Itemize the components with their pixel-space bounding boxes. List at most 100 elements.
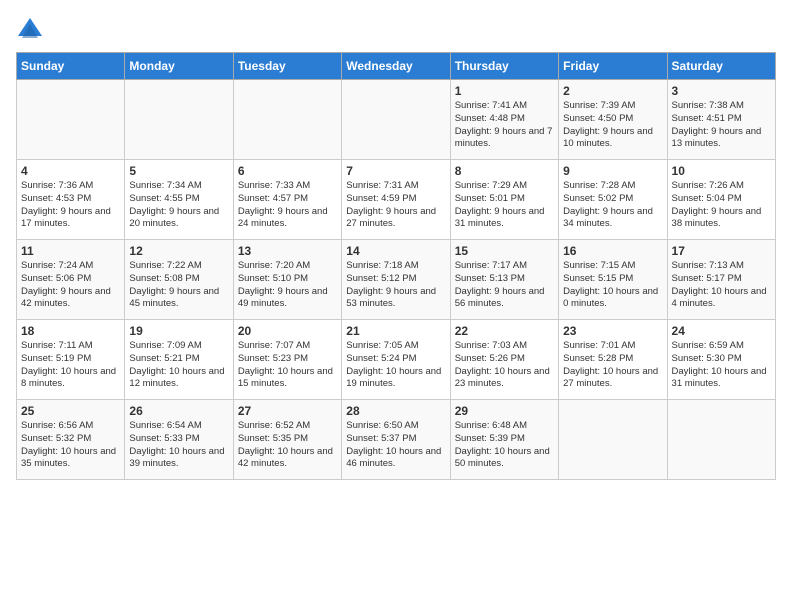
day-number: 23	[563, 324, 662, 338]
calendar-cell: 10 Sunrise: 7:26 AM Sunset: 5:04 PM Dayli…	[667, 160, 775, 240]
day-number: 5	[129, 164, 228, 178]
day-number: 29	[455, 404, 554, 418]
calendar-cell: 23 Sunrise: 7:01 AM Sunset: 5:28 PM Dayli…	[559, 320, 667, 400]
day-number: 20	[238, 324, 337, 338]
calendar-cell: 6Sunrise: 7:33 AM Sunset: 4:57 PM Daylig…	[233, 160, 341, 240]
day-number: 17	[672, 244, 771, 258]
col-header-sunday: Sunday	[17, 53, 125, 80]
cell-content: Sunrise: 7:18 AM Sunset: 5:12 PM Dayligh…	[346, 260, 445, 311]
calendar-cell: 13Sunrise: 7:20 AM Sunset: 5:10 PM Dayli…	[233, 240, 341, 320]
day-number: 1	[455, 84, 554, 98]
calendar-cell	[233, 80, 341, 160]
day-number: 10	[672, 164, 771, 178]
logo	[16, 16, 48, 44]
cell-content: Sunrise: 6:59 AM Sunset: 5:30 PM Dayligh…	[672, 340, 771, 391]
calendar-cell: 9 Sunrise: 7:28 AM Sunset: 5:02 PM Daylig…	[559, 160, 667, 240]
cell-content: Sunrise: 7:15 AM Sunset: 5:15 PM Dayligh…	[563, 260, 662, 311]
calendar-body: 1 Sunrise: 7:41 AM Sunset: 4:48 PM Daylig…	[17, 80, 776, 480]
calendar-cell: 4 Sunrise: 7:36 AM Sunset: 4:53 PM Daylig…	[17, 160, 125, 240]
cell-content: Sunrise: 7:39 AM Sunset: 4:50 PM Dayligh…	[563, 100, 662, 151]
cell-content: Sunrise: 7:13 AM Sunset: 5:17 PM Dayligh…	[672, 260, 771, 311]
col-header-wednesday: Wednesday	[342, 53, 450, 80]
calendar-cell: 5 Sunrise: 7:34 AM Sunset: 4:55 PM Daylig…	[125, 160, 233, 240]
day-number: 12	[129, 244, 228, 258]
calendar-cell: 8 Sunrise: 7:29 AM Sunset: 5:01 PM Daylig…	[450, 160, 558, 240]
col-header-saturday: Saturday	[667, 53, 775, 80]
day-number: 28	[346, 404, 445, 418]
day-number: 13	[238, 244, 337, 258]
day-number: 27	[238, 404, 337, 418]
calendar-cell: 2 Sunrise: 7:39 AM Sunset: 4:50 PM Daylig…	[559, 80, 667, 160]
cell-content: Sunrise: 7:36 AM Sunset: 4:53 PM Dayligh…	[21, 180, 120, 231]
calendar-cell: 29 Sunrise: 6:48 AM Sunset: 5:39 PM Dayli…	[450, 400, 558, 480]
calendar-cell: 16 Sunrise: 7:15 AM Sunset: 5:15 PM Dayli…	[559, 240, 667, 320]
calendar-cell: 17 Sunrise: 7:13 AM Sunset: 5:17 PM Dayli…	[667, 240, 775, 320]
cell-content: Sunrise: 7:38 AM Sunset: 4:51 PM Dayligh…	[672, 100, 771, 151]
cell-content: Sunrise: 7:03 AM Sunset: 5:26 PM Dayligh…	[455, 340, 554, 391]
calendar-cell: 19 Sunrise: 7:09 AM Sunset: 5:21 PM Dayli…	[125, 320, 233, 400]
day-number: 16	[563, 244, 662, 258]
cell-content: Sunrise: 6:56 AM Sunset: 5:32 PM Dayligh…	[21, 420, 120, 471]
col-header-monday: Monday	[125, 53, 233, 80]
day-number: 21	[346, 324, 445, 338]
calendar-cell: 28 Sunrise: 6:50 AM Sunset: 5:37 PM Dayli…	[342, 400, 450, 480]
day-number: 18	[21, 324, 120, 338]
calendar-cell	[125, 80, 233, 160]
day-number: 8	[455, 164, 554, 178]
calendar-cell	[559, 400, 667, 480]
day-number: 11	[21, 244, 120, 258]
calendar-cell: 27 Sunrise: 6:52 AM Sunset: 5:35 PM Dayli…	[233, 400, 341, 480]
cell-content: Sunrise: 7:26 AM Sunset: 5:04 PM Dayligh…	[672, 180, 771, 231]
week-row-5: 25Sunrise: 6:56 AM Sunset: 5:32 PM Dayli…	[17, 400, 776, 480]
calendar-cell	[342, 80, 450, 160]
calendar-header: SundayMondayTuesdayWednesdayThursdayFrid…	[17, 53, 776, 80]
calendar-cell: 26 Sunrise: 6:54 AM Sunset: 5:33 PM Dayli…	[125, 400, 233, 480]
cell-content: Sunrise: 7:01 AM Sunset: 5:28 PM Dayligh…	[563, 340, 662, 391]
cell-content: Sunrise: 7:41 AM Sunset: 4:48 PM Dayligh…	[455, 100, 554, 151]
day-number: 26	[129, 404, 228, 418]
calendar-cell: 20 Sunrise: 7:07 AM Sunset: 5:23 PM Dayli…	[233, 320, 341, 400]
day-number: 3	[672, 84, 771, 98]
calendar-cell: 3 Sunrise: 7:38 AM Sunset: 4:51 PM Daylig…	[667, 80, 775, 160]
day-number: 19	[129, 324, 228, 338]
calendar-cell: 1 Sunrise: 7:41 AM Sunset: 4:48 PM Daylig…	[450, 80, 558, 160]
cell-content: Sunrise: 7:22 AM Sunset: 5:08 PM Dayligh…	[129, 260, 228, 311]
calendar-cell: 25Sunrise: 6:56 AM Sunset: 5:32 PM Dayli…	[17, 400, 125, 480]
cell-content: Sunrise: 7:33 AM Sunset: 4:57 PM Dayligh…	[238, 180, 337, 231]
calendar-cell: 11 Sunrise: 7:24 AM Sunset: 5:06 PM Dayli…	[17, 240, 125, 320]
calendar-cell: 18 Sunrise: 7:11 AM Sunset: 5:19 PM Dayli…	[17, 320, 125, 400]
header	[16, 16, 776, 44]
cell-content: Sunrise: 6:48 AM Sunset: 5:39 PM Dayligh…	[455, 420, 554, 471]
cell-content: Sunrise: 7:09 AM Sunset: 5:21 PM Dayligh…	[129, 340, 228, 391]
col-header-friday: Friday	[559, 53, 667, 80]
day-number: 4	[21, 164, 120, 178]
calendar-cell: 22 Sunrise: 7:03 AM Sunset: 5:26 PM Dayli…	[450, 320, 558, 400]
cell-content: Sunrise: 7:29 AM Sunset: 5:01 PM Dayligh…	[455, 180, 554, 231]
calendar-cell: 21Sunrise: 7:05 AM Sunset: 5:24 PM Dayli…	[342, 320, 450, 400]
calendar-cell: 7Sunrise: 7:31 AM Sunset: 4:59 PM Daylig…	[342, 160, 450, 240]
cell-content: Sunrise: 6:52 AM Sunset: 5:35 PM Dayligh…	[238, 420, 337, 471]
calendar-table: SundayMondayTuesdayWednesdayThursdayFrid…	[16, 52, 776, 480]
week-row-4: 18 Sunrise: 7:11 AM Sunset: 5:19 PM Dayli…	[17, 320, 776, 400]
week-row-1: 1 Sunrise: 7:41 AM Sunset: 4:48 PM Daylig…	[17, 80, 776, 160]
day-number: 9	[563, 164, 662, 178]
day-number: 15	[455, 244, 554, 258]
cell-content: Sunrise: 7:31 AM Sunset: 4:59 PM Dayligh…	[346, 180, 445, 231]
cell-content: Sunrise: 7:28 AM Sunset: 5:02 PM Dayligh…	[563, 180, 662, 231]
cell-content: Sunrise: 7:07 AM Sunset: 5:23 PM Dayligh…	[238, 340, 337, 391]
calendar-cell	[17, 80, 125, 160]
header-row: SundayMondayTuesdayWednesdayThursdayFrid…	[17, 53, 776, 80]
week-row-3: 11 Sunrise: 7:24 AM Sunset: 5:06 PM Dayli…	[17, 240, 776, 320]
day-number: 14	[346, 244, 445, 258]
calendar-cell: 15Sunrise: 7:17 AM Sunset: 5:13 PM Dayli…	[450, 240, 558, 320]
cell-content: Sunrise: 6:54 AM Sunset: 5:33 PM Dayligh…	[129, 420, 228, 471]
cell-content: Sunrise: 6:50 AM Sunset: 5:37 PM Dayligh…	[346, 420, 445, 471]
day-number: 2	[563, 84, 662, 98]
day-number: 24	[672, 324, 771, 338]
cell-content: Sunrise: 7:34 AM Sunset: 4:55 PM Dayligh…	[129, 180, 228, 231]
logo-icon	[16, 16, 44, 44]
calendar-cell: 14 Sunrise: 7:18 AM Sunset: 5:12 PM Dayli…	[342, 240, 450, 320]
cell-content: Sunrise: 7:24 AM Sunset: 5:06 PM Dayligh…	[21, 260, 120, 311]
cell-content: Sunrise: 7:11 AM Sunset: 5:19 PM Dayligh…	[21, 340, 120, 391]
day-number: 22	[455, 324, 554, 338]
